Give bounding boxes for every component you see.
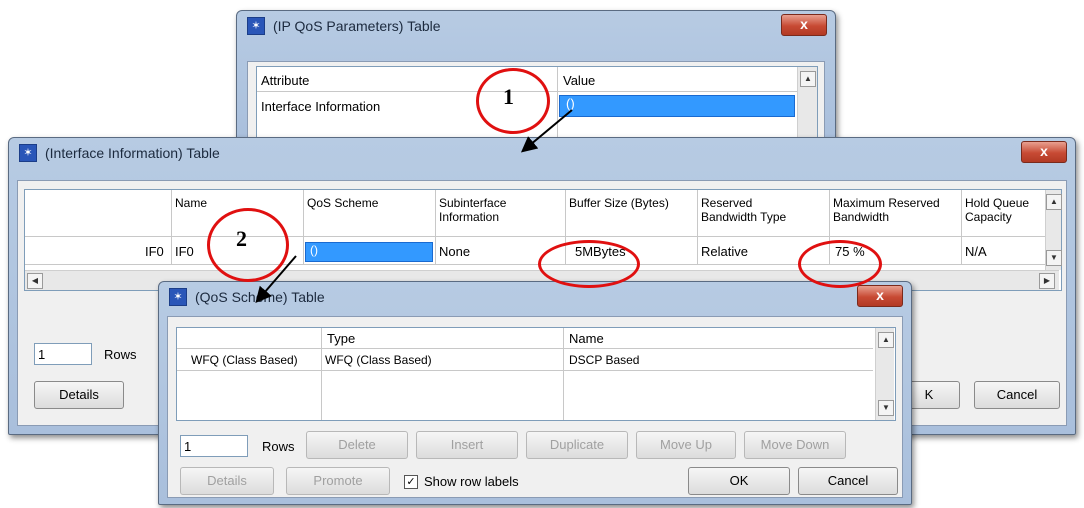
scroll-up-button[interactable]: ▲ — [800, 71, 816, 87]
scroll-left-button[interactable]: ◀ — [27, 273, 43, 289]
scroll-down-button[interactable]: ▼ — [1046, 250, 1062, 266]
bandwidth-type-cell[interactable]: Relative — [701, 244, 748, 259]
rows-input[interactable]: 1 — [34, 343, 92, 365]
scroll-right-button[interactable]: ▶ — [1039, 273, 1055, 289]
header-divider — [177, 348, 873, 349]
vertical-scrollbar[interactable]: ▲ ▼ — [875, 328, 894, 420]
column-divider — [435, 190, 436, 264]
subinterface-cell[interactable]: None — [439, 244, 470, 259]
qos-scheme-window: ✶ (QoS Scheme) Table x Type Name WFQ (Cl… — [158, 281, 912, 505]
close-button[interactable]: x — [857, 285, 903, 307]
column-divider — [321, 328, 322, 420]
header-divider — [25, 236, 1045, 237]
column-divider — [171, 190, 172, 264]
move-down-button[interactable]: Move Down — [744, 431, 846, 459]
annotation-circle-step2 — [207, 208, 289, 282]
column-divider — [961, 190, 962, 264]
insert-button[interactable]: Insert — [416, 431, 518, 459]
attribute-cell[interactable]: Interface Information — [261, 99, 380, 114]
column-header-attribute: Attribute — [261, 73, 310, 88]
qos-scheme-titlebar[interactable]: ✶ (QoS Scheme) Table x — [159, 282, 911, 312]
scroll-down-button[interactable]: ▼ — [878, 400, 894, 416]
value-cell-selected[interactable]: () — [559, 95, 795, 117]
window-title: (Interface Information) Table — [45, 145, 220, 161]
ip-qos-titlebar[interactable]: ✶ (IP QoS Parameters) Table x — [237, 11, 835, 41]
column-header-name: Name — [175, 196, 208, 210]
annotation-circle-buffer — [538, 240, 640, 288]
annotation-number-step1: 1 — [503, 84, 514, 109]
column-divider — [563, 328, 564, 420]
scroll-up-button[interactable]: ▲ — [878, 332, 894, 348]
cancel-button[interactable]: Cancel — [798, 467, 898, 495]
show-row-labels-label: Show row labels — [424, 474, 519, 489]
type-cell[interactable]: WFQ (Class Based) — [325, 353, 432, 367]
move-up-button[interactable]: Move Up — [636, 431, 736, 459]
details-button[interactable]: Details — [180, 467, 274, 495]
column-header-hold-queue: Hold Queue Capacity — [965, 196, 1030, 224]
column-header-max-bandwidth: Maximum Reserved Bandwidth — [833, 196, 940, 224]
app-icon: ✶ — [19, 144, 37, 162]
rows-input[interactable]: 1 — [180, 435, 248, 457]
close-button[interactable]: x — [781, 14, 827, 36]
column-header-type: Type — [327, 331, 356, 346]
column-header-bandwidth-type: Reserved Bandwidth Type — [701, 196, 787, 224]
name-cell[interactable]: IF0 — [175, 244, 194, 259]
column-header-name: Name — [569, 331, 604, 346]
ok-button[interactable]: OK — [688, 467, 790, 495]
scroll-up-button[interactable]: ▲ — [1046, 194, 1062, 210]
row-label: WFQ (Class Based) — [191, 353, 298, 367]
close-button[interactable]: x — [1021, 141, 1067, 163]
row-label: IF0 — [145, 244, 164, 259]
rows-label: Rows — [262, 439, 295, 454]
app-icon: ✶ — [247, 17, 265, 35]
column-divider — [557, 67, 558, 143]
name-cell[interactable]: DSCP Based — [569, 353, 639, 367]
window-title: (IP QoS Parameters) Table — [273, 18, 441, 34]
qos-scheme-client: Type Name WFQ (Class Based) WFQ (Class B… — [167, 316, 903, 498]
vertical-scrollbar[interactable]: ▲ — [797, 67, 817, 143]
rows-label: Rows — [104, 347, 137, 362]
column-header-buffer-size: Buffer Size (Bytes) — [569, 196, 669, 210]
interface-titlebar[interactable]: ✶ (Interface Information) Table x — [9, 138, 1075, 168]
column-divider — [303, 190, 304, 264]
column-divider — [697, 190, 698, 264]
window-title: (QoS Scheme) Table — [195, 289, 325, 305]
row-divider — [25, 264, 1045, 265]
delete-button[interactable]: Delete — [306, 431, 408, 459]
promote-button[interactable]: Promote — [286, 467, 390, 495]
qos-scheme-grid: Type Name WFQ (Class Based) WFQ (Class B… — [176, 327, 896, 421]
annotation-circle-bandwidth — [798, 240, 882, 288]
interface-grid: Name QoS Scheme Subinterface Information… — [24, 189, 1062, 291]
duplicate-button[interactable]: Duplicate — [526, 431, 628, 459]
vertical-scrollbar[interactable]: ▲ ▼ — [1045, 190, 1062, 270]
cancel-button[interactable]: Cancel — [974, 381, 1060, 409]
column-header-subinterface: Subinterface Information — [439, 196, 507, 224]
column-header-value: Value — [563, 73, 596, 88]
app-icon: ✶ — [169, 288, 187, 306]
show-row-labels-checkbox[interactable]: ✓ — [404, 475, 418, 489]
hold-queue-cell[interactable]: N/A — [965, 244, 987, 259]
details-button[interactable]: Details — [34, 381, 124, 409]
qos-scheme-cell-selected[interactable]: () — [305, 242, 433, 262]
annotation-number-step2: 2 — [236, 226, 247, 251]
column-header-qos-scheme: QoS Scheme — [307, 196, 379, 210]
row-divider — [177, 370, 873, 371]
